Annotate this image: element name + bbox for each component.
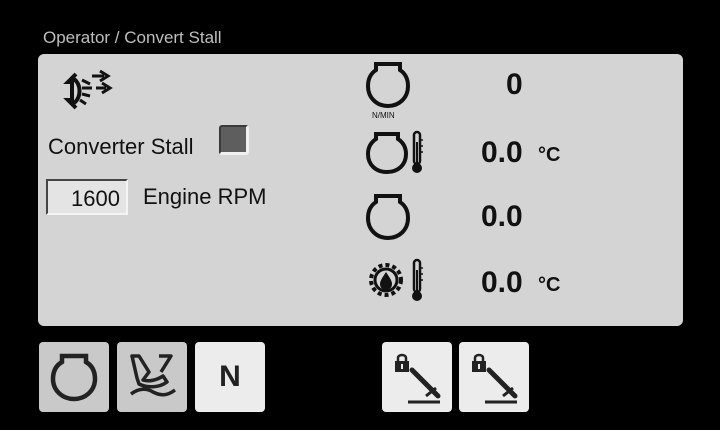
excavator-icon <box>129 354 177 397</box>
engine-speed-unit-caption: N/MIN <box>372 111 395 120</box>
engine-button-icon <box>50 353 98 402</box>
locked-pedal-button-2[interactable] <box>459 342 529 412</box>
engine-load-value: 0.0 <box>481 200 523 233</box>
engine-coolant-temp-unit: °C <box>538 144 561 166</box>
neutral-button[interactable]: N <box>195 342 265 412</box>
engine-icon <box>365 192 411 247</box>
engine-rpm-label: Engine RPM <box>143 184 267 209</box>
main-panel: Converter Stall 1600 Engine RPM N/MIN 0 … <box>38 54 683 326</box>
transmission-oil-temp-value: 0.0 <box>481 266 523 299</box>
engine-speed-value: 0 <box>506 68 523 101</box>
transmission-oil-temp-unit: °C <box>538 274 561 296</box>
engine-coolant-temp-value: 0.0 <box>481 136 523 169</box>
locked-pedal-icon <box>395 353 441 404</box>
engine-rpm-input[interactable]: 1600 <box>46 179 128 215</box>
gear-oil-temp-icon <box>366 258 426 309</box>
engine-icon <box>365 60 411 115</box>
converter-icon <box>58 68 118 119</box>
converter-stall-checkbox[interactable] <box>219 125 249 155</box>
converter-stall-label: Converter Stall <box>48 134 194 159</box>
neutral-label: N <box>219 360 241 393</box>
locked-pedal-button-1[interactable] <box>382 342 452 412</box>
breadcrumb: Operator / Convert Stall <box>43 28 222 47</box>
engine-temp-icon <box>365 130 426 181</box>
engine-button[interactable] <box>39 342 109 412</box>
locked-pedal-icon <box>472 353 518 404</box>
excavator-button[interactable] <box>117 342 187 412</box>
